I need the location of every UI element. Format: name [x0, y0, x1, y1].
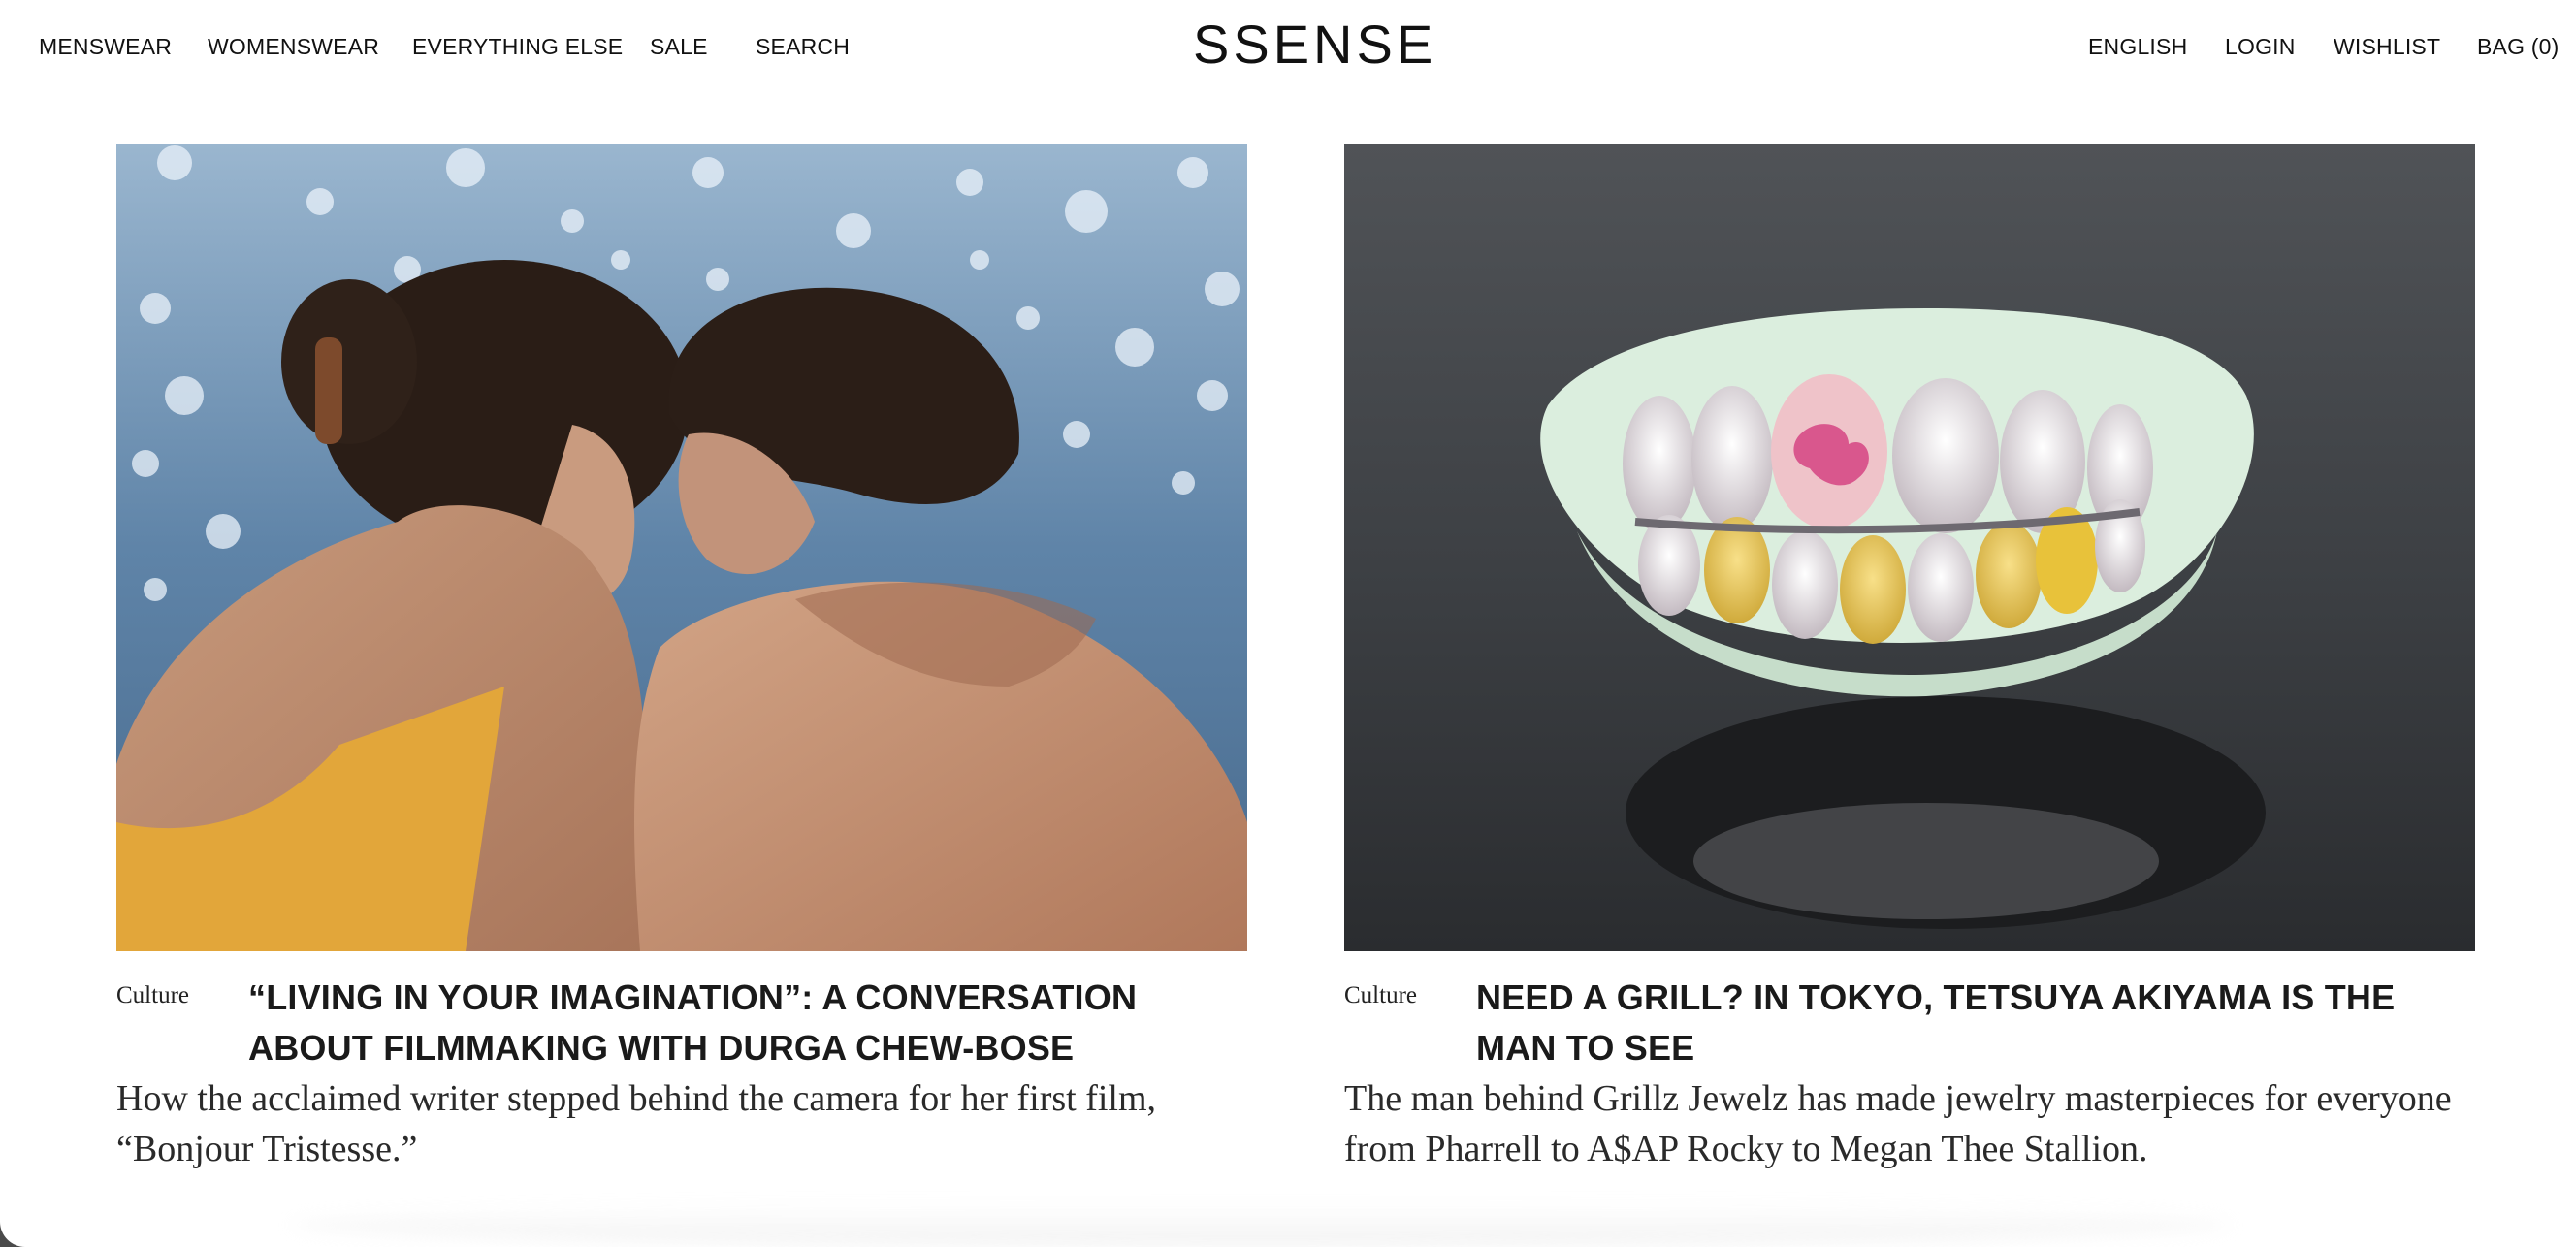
article-dek: How the acclaimed writer stepped behind … — [116, 1078, 1157, 1169]
top-navigation: MENSWEAR WOMENSWEAR EVERYTHING ELSE SALE… — [0, 0, 2576, 97]
nav-wishlist[interactable]: WISHLIST — [2334, 33, 2440, 60]
article-meta: Culture NEED A GRILL? IN TOKYO, TETSUYA … — [1344, 973, 2475, 1073]
scroll-fade — [291, 1202, 2231, 1247]
nav-sale[interactable]: SALE — [650, 33, 708, 60]
page: MENSWEAR WOMENSWEAR EVERYTHING ELSE SALE… — [0, 0, 2576, 1247]
nav-everything-else[interactable]: EVERYTHING ELSE — [412, 33, 623, 60]
nav-search[interactable]: SEARCH — [756, 33, 850, 60]
article-card: Culture NEED A GRILL? IN TOKYO, TETSUYA … — [1344, 144, 2475, 1174]
nav-language[interactable]: ENGLISH — [2088, 33, 2187, 60]
article-headline[interactable]: “LIVING IN YOUR IMAGINATION”: A CONVERSA… — [248, 973, 1247, 1073]
nav-login[interactable]: LOGIN — [2225, 33, 2296, 60]
nav-bag[interactable]: BAG (0) — [2477, 33, 2559, 60]
article-image-grillz[interactable] — [1344, 144, 2475, 951]
article-category[interactable]: Culture — [1344, 982, 1417, 1009]
article-category[interactable]: Culture — [116, 982, 189, 1009]
article-headline[interactable]: NEED A GRILL? IN TOKYO, TETSUYA AKIYAMA … — [1476, 973, 2475, 1073]
article-card: Culture “LIVING IN YOUR IMAGINATION”: A … — [116, 144, 1247, 1174]
grillz-photo — [1344, 144, 2475, 951]
article-meta: Culture “LIVING IN YOUR IMAGINATION”: A … — [116, 973, 1247, 1073]
couple-photo — [116, 144, 1247, 951]
nav-womenswear[interactable]: WOMENSWEAR — [208, 33, 379, 60]
ssense-logo[interactable]: SSENSE — [1193, 14, 1436, 76]
nav-menswear[interactable]: MENSWEAR — [39, 33, 172, 60]
article-dek: The man behind Grillz Jewelz has made je… — [1344, 1078, 2452, 1169]
article-image-couple-at-sea[interactable] — [116, 144, 1247, 951]
